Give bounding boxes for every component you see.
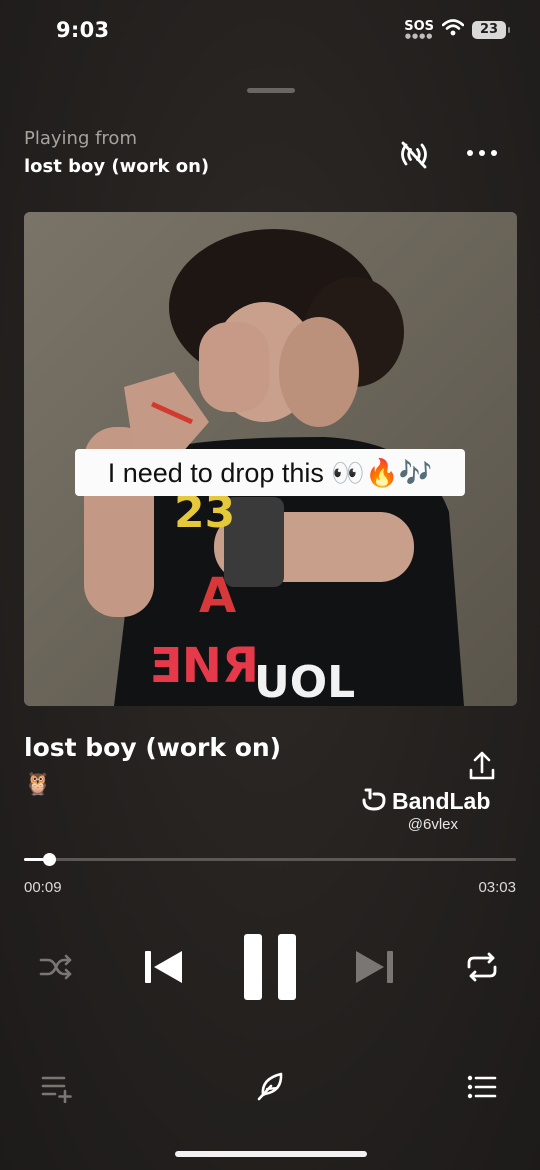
battery-indicator: 23 [472,20,510,39]
shuffle-icon[interactable] [36,947,76,987]
previous-icon[interactable] [140,944,186,990]
svg-text:ƎNЯ: ƎNЯ [149,638,259,694]
lyrics-icon[interactable] [250,1066,290,1106]
progress-knob[interactable] [42,853,56,866]
bandlab-name: BandLab [392,787,491,814]
status-indicators: SOS ●●●● 23 [404,19,510,40]
share-icon[interactable] [464,748,500,784]
pause-icon[interactable] [238,928,302,1006]
repeat-icon[interactable] [462,947,502,987]
total-duration: 03:03 [478,879,516,896]
bandlab-logo-icon [360,786,388,816]
more-icon[interactable] [462,137,502,169]
playing-from-label: Playing from [24,128,137,149]
next-icon[interactable] [352,944,398,990]
sheet-grabber[interactable] [247,88,295,93]
elapsed-time: 00:09 [24,879,62,896]
svg-text:UOL: UOL [254,657,355,706]
svg-text:A: A [199,568,236,624]
sos-indicator: SOS ●●●● [404,20,434,40]
status-bar: 9:03 SOS ●●●● 23 [0,0,540,62]
list-icon[interactable] [464,1070,500,1104]
wifi-icon [441,19,465,40]
video-caption: I need to drop this 👀🔥🎶 [75,449,465,496]
status-time: 9:03 [56,18,110,42]
track-title: lost boy (work on) [24,733,282,762]
progress-bar[interactable] [24,853,516,866]
artist-handle: @6vlex [407,816,458,833]
playlist-name[interactable]: lost boy (work on) [24,156,209,177]
add-to-queue-icon[interactable] [38,1070,76,1106]
bandlab-watermark: BandLab [360,786,490,816]
signal-dots-icon: ●●●● [404,32,434,40]
home-indicator[interactable] [175,1151,367,1157]
artist-emoji[interactable]: 🦉 [24,772,51,797]
cast-off-icon[interactable] [394,137,434,173]
